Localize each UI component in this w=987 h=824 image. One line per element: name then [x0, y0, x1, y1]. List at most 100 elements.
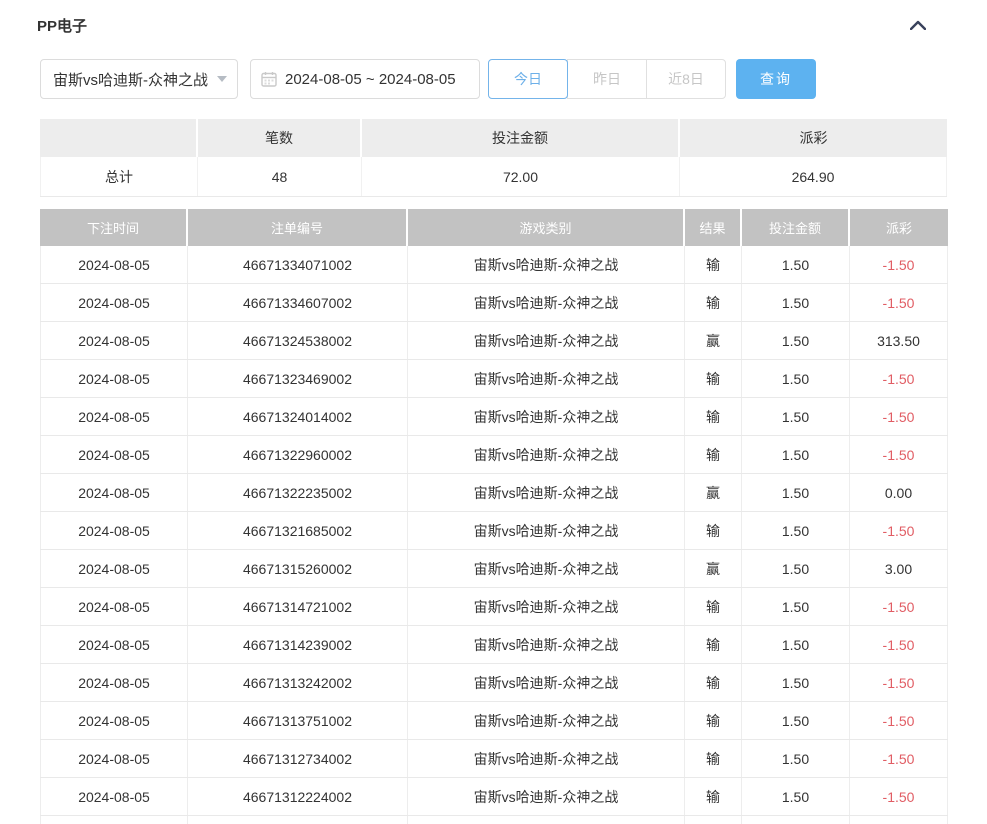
cell-payout: -1.50 [850, 702, 948, 739]
cell-order-id: 46671315260002 [188, 550, 408, 587]
cell-bet: 1.50 [742, 702, 850, 739]
summary-header-count: 笔数 [198, 119, 362, 157]
cell-date: 2024-08-05 [40, 436, 188, 473]
cell-payout: -1.50 [850, 778, 948, 815]
cell-order-id: 46671314721002 [188, 588, 408, 625]
pp-game-records-panel: PP电子 宙斯vs哈迪斯-众神之战 2024-08-05 ~ 2024-08-0… [0, 0, 987, 824]
cell-bet: 1.50 [742, 360, 850, 397]
cell-game: 宙斯vs哈迪斯-众神之战 [408, 512, 685, 549]
summary-total-bet-amount: 72.00 [362, 157, 680, 196]
cell-bet: 1.50 [742, 436, 850, 473]
cell-payout: -1.50 [850, 626, 948, 663]
cell-result: 输 [685, 778, 742, 815]
cell-bet: 1.50 [742, 474, 850, 511]
summary-table: 笔数 投注金额 派彩 总计 48 72.00 264.90 [40, 119, 947, 197]
cell-result: 输 [685, 284, 742, 321]
cell-result: 赢 [685, 550, 742, 587]
cell-result: 输 [685, 246, 742, 283]
cell-date: 2024-08-05 [40, 702, 188, 739]
summary-table-header: 笔数 投注金额 派彩 [40, 119, 947, 157]
cell-date: 2024-08-05 [40, 588, 188, 625]
date-range-picker[interactable]: 2024-08-05 ~ 2024-08-05 [250, 59, 480, 99]
cell-payout: -1.50 [850, 398, 948, 435]
table-row: 2024-08-0546671334607002宙斯vs哈迪斯-众神之战输1.5… [40, 284, 948, 322]
cell-game: 宙斯vs哈迪斯-众神之战 [408, 740, 685, 777]
calendar-icon [261, 71, 277, 87]
cell-date: 2024-08-05 [40, 550, 188, 587]
cell-game: 宙斯vs哈迪斯-众神之战 [408, 322, 685, 359]
cell-bet: 1.50 [742, 778, 850, 815]
table-row: 2024-08-0546671314721002宙斯vs哈迪斯-众神之战输1.5… [40, 588, 948, 626]
header-result: 结果 [685, 209, 742, 246]
cell-order-id: 46671312224002 [188, 778, 408, 815]
summary-total-row: 总计 48 72.00 264.90 [40, 157, 947, 197]
table-row: 2024-08-0546671314239002宙斯vs哈迪斯-众神之战输1.5… [40, 626, 948, 664]
cell-game: 宙斯vs哈迪斯-众神之战 [408, 474, 685, 511]
yesterday-button[interactable]: 昨日 [567, 59, 647, 99]
cell-bet: 1.50 [742, 588, 850, 625]
collapse-button[interactable] [908, 15, 928, 35]
cell-game: 宙斯vs哈迪斯-众神之战 [408, 436, 685, 473]
table-row: 2024-08-0546671334071002宙斯vs哈迪斯-众神之战输1.5… [40, 246, 948, 284]
cell-order-id: 46671334607002 [188, 284, 408, 321]
table-row: 2024-08-0546671322235002宙斯vs哈迪斯-众神之战赢1.5… [40, 474, 948, 512]
cell-date: 2024-08-05 [40, 360, 188, 397]
last-8-days-button[interactable]: 近8日 [646, 59, 726, 99]
cell-result: 输 [685, 740, 742, 777]
summary-header-payout: 派彩 [680, 119, 947, 157]
cell-payout: 3.00 [850, 550, 948, 587]
cell-game: 宙斯vs哈迪斯-众神之战 [408, 664, 685, 701]
cell-date: 2024-08-05 [40, 740, 188, 777]
cell-bet: 1.50 [742, 398, 850, 435]
cell-order-id: 46671313751002 [188, 702, 408, 739]
cell-bet [742, 816, 850, 824]
cell-payout: -1.50 [850, 512, 948, 549]
table-row: 2024-08-0546671313242002宙斯vs哈迪斯-众神之战输1.5… [40, 664, 948, 702]
cell-game [408, 816, 685, 824]
summary-total-label: 总计 [40, 157, 198, 196]
cell-result: 输 [685, 436, 742, 473]
summary-total-count: 48 [198, 157, 362, 196]
cell-order-id: 46671313242002 [188, 664, 408, 701]
cell-game: 宙斯vs哈迪斯-众神之战 [408, 626, 685, 663]
header-bet-time: 下注时间 [40, 209, 188, 246]
header-game-category: 游戏类别 [408, 209, 685, 246]
table-row: 2024-08-0546671312224002宙斯vs哈迪斯-众神之战输1.5… [40, 778, 948, 816]
cell-order-id: 46671312734002 [188, 740, 408, 777]
header-order-id: 注单编号 [188, 209, 408, 246]
cell-payout: -1.50 [850, 664, 948, 701]
table-row: 2024-08-0546671313751002宙斯vs哈迪斯-众神之战输1.5… [40, 702, 948, 740]
chevron-up-icon [910, 20, 926, 30]
cell-bet: 1.50 [742, 322, 850, 359]
cell-payout: 0.00 [850, 474, 948, 511]
cell-date: 2024-08-05 [40, 626, 188, 663]
bet-records-table: 下注时间 注单编号 游戏类别 结果 投注金额 派彩 2024-08-054667… [40, 209, 948, 824]
cell-order-id: 46671324538002 [188, 322, 408, 359]
panel-title: PP电子 [37, 15, 87, 36]
header-payout: 派彩 [850, 209, 948, 246]
game-select[interactable]: 宙斯vs哈迪斯-众神之战 [40, 59, 238, 99]
cell-result: 输 [685, 664, 742, 701]
table-row-clipped [40, 816, 948, 824]
cell-game: 宙斯vs哈迪斯-众神之战 [408, 588, 685, 625]
table-row: 2024-08-0546671322960002宙斯vs哈迪斯-众神之战输1.5… [40, 436, 948, 474]
today-button[interactable]: 今日 [488, 59, 568, 99]
cell-result: 赢 [685, 474, 742, 511]
cell-payout: -1.50 [850, 436, 948, 473]
cell-payout: -1.50 [850, 588, 948, 625]
cell-bet: 1.50 [742, 664, 850, 701]
query-button[interactable]: 查询 [736, 59, 816, 99]
cell-date [40, 816, 188, 824]
cell-result: 输 [685, 360, 742, 397]
quick-date-button-group: 今日 昨日 近8日 [488, 59, 726, 99]
cell-result: 输 [685, 398, 742, 435]
bet-records-table-header: 下注时间 注单编号 游戏类别 结果 投注金额 派彩 [40, 209, 948, 246]
cell-bet: 1.50 [742, 550, 850, 587]
cell-order-id: 46671334071002 [188, 246, 408, 283]
panel-header: PP电子 [0, 14, 987, 36]
cell-result: 输 [685, 626, 742, 663]
cell-payout: -1.50 [850, 740, 948, 777]
cell-payout: -1.50 [850, 360, 948, 397]
cell-date: 2024-08-05 [40, 474, 188, 511]
cell-result: 输 [685, 588, 742, 625]
